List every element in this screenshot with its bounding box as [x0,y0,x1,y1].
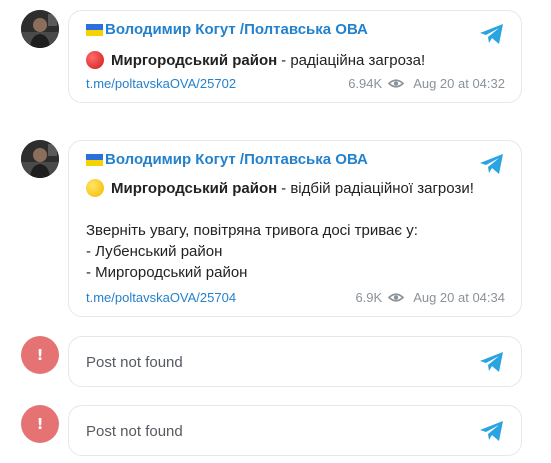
ukraine-flag-icon [86,153,103,166]
message-highlight: Миргородський район [111,51,278,69]
eye-icon [388,79,405,88]
post-meta: 6.9K Aug 20 at 04:34 [355,290,505,305]
message-line: - Лубенський район [86,243,223,260]
post-link[interactable]: t.me/poltavskaOVA/25702 [86,76,236,91]
yellow-circle-icon [86,179,104,197]
telegram-icon[interactable] [479,153,505,175]
telegram-icon[interactable] [479,420,505,442]
message-bubble: Володимир Когут /Полтавська ОВА Миргород… [68,140,522,317]
post-meta: 6.94K Aug 20 at 04:32 [348,76,505,91]
channel-name-link[interactable]: Володимир Когут /Полтавська ОВА [86,21,368,38]
channel-avatar[interactable] [21,140,59,178]
error-badge-icon: ! [21,336,59,374]
eye-icon [388,293,405,302]
red-circle-icon [86,51,104,69]
post-link[interactable]: t.me/poltavskaOVA/25704 [86,290,236,305]
message-bubble: Post not found [68,336,522,387]
message-bubble: Володимир Когут /Полтавська ОВА Миргород… [68,10,522,103]
channel-name-link[interactable]: Володимир Когут /Полтавська ОВА [86,151,368,168]
post-not-found-text: Post not found [86,354,183,371]
telegram-icon[interactable] [479,351,505,373]
author-name[interactable]: Володимир Когут /Полтавська ОВА [105,21,368,38]
post-not-found-text: Post not found [86,423,183,440]
message-rest: - радіаційна загроза! [281,51,426,69]
error-badge-icon: ! [21,405,59,443]
message-line: - Миргородський район [86,264,248,281]
message-text: Миргородський район - відбій радіаційної… [86,179,474,197]
message-rest: - відбій радіаційної загрози! [281,179,474,197]
channel-avatar[interactable] [21,10,59,48]
message-bubble: Post not found [68,405,522,456]
ukraine-flag-icon [86,23,103,36]
post-date[interactable]: Aug 20 at 04:34 [413,290,505,305]
post-date[interactable]: Aug 20 at 04:32 [413,76,505,91]
view-count: 6.94K [348,76,383,91]
view-count: 6.9K [355,290,383,305]
author-name[interactable]: Володимир Когут /Полтавська ОВА [105,151,368,168]
message-text: Миргородський район - радіаційна загроза… [86,51,425,69]
telegram-icon[interactable] [479,23,505,45]
message-line: Зверніть увагу, повітряна тривога досі т… [86,222,418,239]
message-highlight: Миргородський район [111,179,278,197]
